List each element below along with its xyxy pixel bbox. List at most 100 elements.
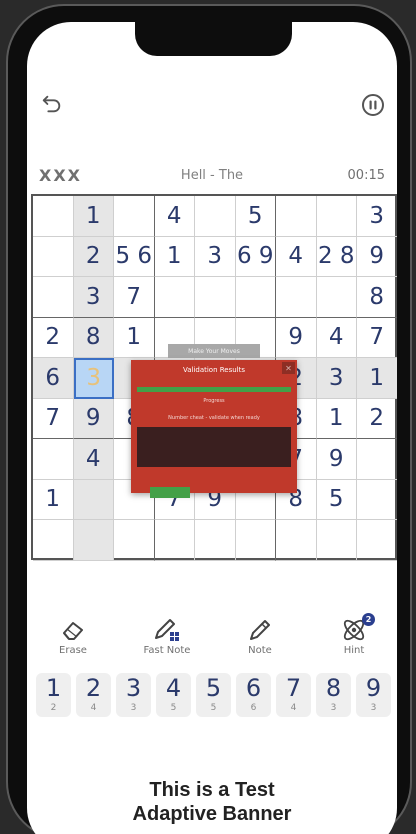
- sudoku-cell-r3c9[interactable]: 8: [357, 277, 397, 318]
- sudoku-cell-r4c7[interactable]: 9: [276, 317, 317, 358]
- sudoku-cell-r2c5[interactable]: 3: [195, 236, 236, 277]
- pause-button[interactable]: [360, 92, 386, 118]
- note-button[interactable]: Note: [230, 617, 290, 656]
- sudoku-cell-r7c1[interactable]: [33, 439, 74, 480]
- sudoku-cell-r3c2[interactable]: 3: [73, 277, 114, 318]
- sudoku-cell-r6c8[interactable]: 1: [316, 398, 357, 439]
- sudoku-cell-r8c2[interactable]: [73, 479, 114, 520]
- fast-note-button[interactable]: Fast Note: [137, 617, 197, 656]
- sudoku-cell-r9c5[interactable]: [195, 520, 236, 561]
- sudoku-cell-r2c6[interactable]: 6 9: [235, 236, 276, 277]
- sudoku-cell-r2c4[interactable]: 1: [154, 236, 195, 277]
- numpad-key-6[interactable]: 66: [236, 673, 271, 717]
- sudoku-cell-r1c3[interactable]: [114, 196, 155, 237]
- numpad-digit: 5: [205, 674, 222, 702]
- numpad-remaining-count: 3: [130, 703, 137, 713]
- sudoku-cell-r3c5[interactable]: [195, 277, 236, 318]
- undo-button[interactable]: [40, 92, 64, 116]
- sudoku-cell-r5c1[interactable]: 6: [33, 358, 74, 399]
- sudoku-cell-r1c7[interactable]: [276, 196, 317, 237]
- device-notch: [135, 22, 292, 56]
- sudoku-cell-r8c1[interactable]: 1: [33, 479, 74, 520]
- sudoku-cell-r4c9[interactable]: 7: [357, 317, 397, 358]
- erase-button[interactable]: Erase: [43, 617, 103, 656]
- sudoku-cell-r3c6[interactable]: [235, 277, 276, 318]
- sudoku-cell-r7c2[interactable]: 4: [73, 439, 114, 480]
- sudoku-cell-r9c1[interactable]: [33, 520, 74, 561]
- numpad-key-3[interactable]: 33: [116, 673, 151, 717]
- numpad-remaining-count: 4: [90, 703, 97, 713]
- numpad-digit: 2: [85, 674, 102, 702]
- numpad-remaining-count: 2: [50, 703, 57, 713]
- numpad-digit: 4: [165, 674, 182, 702]
- sudoku-cell-r4c2[interactable]: 8: [73, 317, 114, 358]
- numpad-digit: 6: [245, 674, 262, 702]
- numpad-digit: 1: [45, 674, 62, 702]
- sudoku-cell-r1c1[interactable]: [33, 196, 74, 237]
- sudoku-cell-r3c7[interactable]: [276, 277, 317, 318]
- sudoku-cell-r5c9[interactable]: 1: [357, 358, 397, 399]
- sudoku-cell-r9c2[interactable]: [73, 520, 114, 561]
- validation-dialog: Validation Results ✕ Progress Number che…: [131, 360, 297, 498]
- banner-line-2: Adaptive Banner: [132, 803, 292, 825]
- sudoku-cell-r3c3[interactable]: 7: [114, 277, 155, 318]
- sudoku-cell-r9c4[interactable]: [154, 520, 195, 561]
- sudoku-cell-r1c8[interactable]: [316, 196, 357, 237]
- sudoku-cell-r2c9[interactable]: 9: [357, 236, 397, 277]
- sudoku-cell-r1c6[interactable]: 5: [235, 196, 276, 237]
- sudoku-cell-r3c1[interactable]: [33, 277, 74, 318]
- sudoku-cell-r7c8[interactable]: 9: [316, 439, 357, 480]
- number-pad: 122433455566748393: [36, 673, 392, 717]
- numpad-remaining-count: 4: [290, 703, 297, 713]
- sudoku-cell-r5c8[interactable]: 3: [316, 358, 357, 399]
- numpad-key-1[interactable]: 12: [36, 673, 71, 717]
- sudoku-cell-r3c4[interactable]: [154, 277, 195, 318]
- sudoku-cell-r4c3[interactable]: 1: [114, 317, 155, 358]
- sudoku-cell-r2c7[interactable]: 4: [276, 236, 317, 277]
- numpad-key-9[interactable]: 93: [356, 673, 391, 717]
- numpad-remaining-count: 6: [250, 703, 257, 713]
- sudoku-cell-r6c2[interactable]: 9: [73, 398, 114, 439]
- sudoku-cell-r4c8[interactable]: 4: [316, 317, 357, 358]
- sudoku-cell-r1c4[interactable]: 4: [154, 196, 195, 237]
- sudoku-cell-r9c8[interactable]: [316, 520, 357, 561]
- sudoku-cell-r9c6[interactable]: [235, 520, 276, 561]
- hint-button[interactable]: 2 Hint: [324, 613, 384, 656]
- dialog-close-button[interactable]: ✕: [282, 362, 295, 374]
- sudoku-cell-r9c7[interactable]: [276, 520, 317, 561]
- numpad-key-7[interactable]: 74: [276, 673, 311, 717]
- undo-icon: [42, 95, 61, 113]
- status-row: XXX Hell - The 00:15: [27, 166, 397, 186]
- sudoku-cell-r3c8[interactable]: [316, 277, 357, 318]
- numpad-key-5[interactable]: 55: [196, 673, 231, 717]
- fast-note-label: Fast Note: [143, 645, 191, 656]
- game-timer: 00:15: [347, 168, 385, 183]
- erase-label: Erase: [59, 645, 87, 656]
- sudoku-cell-r1c5[interactable]: [195, 196, 236, 237]
- sudoku-cell-r2c8[interactable]: 2 8: [316, 236, 357, 277]
- sudoku-cell-r8c9[interactable]: [357, 479, 397, 520]
- test-ad-banner[interactable]: This is a Test Adaptive Banner: [27, 778, 397, 826]
- numpad-key-8[interactable]: 83: [316, 673, 351, 717]
- sudoku-cell-r9c9[interactable]: [357, 520, 397, 561]
- banner-line-1: This is a Test: [149, 779, 275, 801]
- sudoku-cell-r7c9[interactable]: [357, 439, 397, 480]
- sudoku-cell-r2c3[interactable]: 5 6: [114, 236, 155, 277]
- sudoku-cell-r5c2[interactable]: 3: [73, 358, 114, 399]
- numpad-key-2[interactable]: 24: [76, 673, 111, 717]
- sudoku-cell-r4c1[interactable]: 2: [33, 317, 74, 358]
- sudoku-cell-r8c8[interactable]: 5: [316, 479, 357, 520]
- fast-note-icon: [155, 619, 179, 641]
- sudoku-cell-r6c9[interactable]: 2: [357, 398, 397, 439]
- numpad-digit: 3: [125, 674, 142, 702]
- sudoku-cell-r2c2[interactable]: 2: [73, 236, 114, 277]
- sudoku-cell-r1c9[interactable]: 3: [357, 196, 397, 237]
- sudoku-cell-r2c1[interactable]: [33, 236, 74, 277]
- sudoku-cell-r9c3[interactable]: [114, 520, 155, 561]
- sudoku-cell-r1c2[interactable]: 1: [73, 196, 114, 237]
- note-label: Note: [248, 645, 272, 656]
- dialog-confirm-button[interactable]: [150, 487, 190, 498]
- sudoku-cell-r6c1[interactable]: 7: [33, 398, 74, 439]
- numpad-key-4[interactable]: 45: [156, 673, 191, 717]
- app-screen: XXX Hell - The 00:15 145325 6136 942 893…: [27, 22, 397, 834]
